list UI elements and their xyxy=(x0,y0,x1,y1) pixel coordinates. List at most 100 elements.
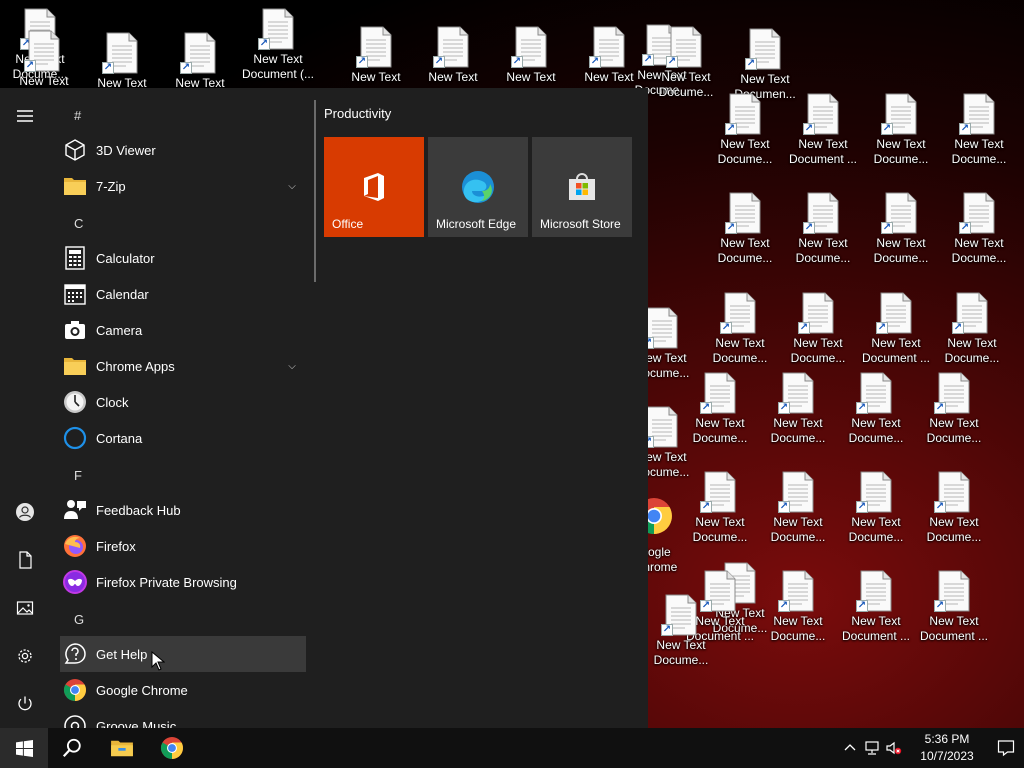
search-button[interactable] xyxy=(48,728,96,768)
chevron-down-icon[interactable]: ⌵ xyxy=(284,181,300,192)
desktop-icon-label: New Text Docume... xyxy=(926,416,982,445)
desktop-icon-text-document[interactable]: New Text Docume... xyxy=(705,190,785,276)
desktop-icon-label: New Text xyxy=(428,70,478,84)
desktop-icon-text-document[interactable]: New Text Docume... xyxy=(758,469,838,555)
app-list-scrollbar[interactable] xyxy=(314,100,316,282)
shortcut-arrow-icon xyxy=(856,402,868,414)
desktop-icon-text-document[interactable]: New Text Document ... xyxy=(914,568,994,654)
app-item-firefox[interactable]: Firefox xyxy=(60,528,306,564)
tile-office[interactable]: Office xyxy=(324,137,424,237)
text-document-icon xyxy=(24,30,60,72)
desktop-icon-text-document[interactable]: New Text Docume... xyxy=(778,290,858,376)
text-document-icon xyxy=(856,471,892,513)
desktop-icon-text-document[interactable]: New Text Docume... xyxy=(914,370,994,456)
desktop-icon-text-document[interactable]: New Text Document ... xyxy=(836,568,916,654)
desktop-icon-label: New Text Document (... xyxy=(241,52,315,81)
app-item-label: 7-Zip xyxy=(96,178,126,194)
chevron-up-icon[interactable] xyxy=(842,740,858,756)
section-header-letter[interactable]: G xyxy=(74,602,84,638)
clock-time: 5:36 PM xyxy=(924,732,970,746)
shortcut-arrow-icon xyxy=(666,56,678,68)
desktop-icon-label: New Text Docume... xyxy=(770,614,826,643)
text-document-icon xyxy=(803,192,839,234)
shortcut-arrow-icon xyxy=(881,123,893,135)
desktop-icon-text-document[interactable]: New Text Docume... xyxy=(861,190,941,276)
text-document-icon xyxy=(959,93,995,135)
volume-muted-icon[interactable] xyxy=(886,740,902,756)
desktop-icon-text-document[interactable]: New Text Docume... xyxy=(680,469,760,555)
desktop-icon-text-document[interactable]: New Text Docume... xyxy=(700,290,780,376)
network-icon[interactable] xyxy=(864,740,880,756)
text-document-icon xyxy=(102,32,138,74)
tile-microsoft-edge[interactable]: Microsoft Edge xyxy=(428,137,528,237)
desktop-icon-text-document[interactable]: New Text Docume... xyxy=(783,190,863,276)
start-expand-button[interactable] xyxy=(0,94,50,138)
desktop-icon-text-document[interactable]: New Text Document (... xyxy=(238,6,318,92)
desktop-icon-text-document[interactable]: New Text Docume... xyxy=(641,592,721,678)
chrome-taskbar-button[interactable] xyxy=(148,728,196,768)
user-account-button[interactable] xyxy=(0,490,50,534)
shortcut-arrow-icon xyxy=(952,322,964,334)
desktop-icon-text-document[interactable]: New Text Docume... xyxy=(914,469,994,555)
desktop-icon-text-document[interactable]: New Text Docume... xyxy=(861,91,941,177)
chrome-icon xyxy=(161,737,183,759)
text-document-icon xyxy=(661,594,697,636)
app-item-camera[interactable]: Camera xyxy=(60,312,306,348)
section-header-letter[interactable]: F xyxy=(74,458,82,494)
app-item-calendar[interactable]: Calendar xyxy=(60,276,306,312)
file-explorer-button[interactable] xyxy=(98,728,146,768)
chevron-down-icon[interactable]: ⌵ xyxy=(284,361,300,372)
text-document-icon xyxy=(778,570,814,612)
section-header-letter[interactable]: C xyxy=(74,206,83,242)
desktop-icon-text-document[interactable]: New Text Docume... xyxy=(836,370,916,456)
documents-button[interactable] xyxy=(0,538,50,582)
app-item-label: Google Chrome xyxy=(96,682,188,698)
pictures-button[interactable] xyxy=(0,586,50,630)
text-document-icon xyxy=(856,570,892,612)
gear-icon xyxy=(18,649,32,663)
tile-group-title[interactable]: Productivity xyxy=(324,106,391,121)
action-center-button[interactable] xyxy=(988,728,1024,768)
desktop-icon-text-document[interactable]: New Text Docume... xyxy=(836,469,916,555)
app-item-3d-viewer[interactable]: 3D Viewer xyxy=(60,132,306,168)
text-document-icon xyxy=(778,471,814,513)
start-button[interactable] xyxy=(0,728,48,768)
text-document-icon xyxy=(725,192,761,234)
section-header-letter[interactable]: # xyxy=(74,98,81,134)
text-document-icon xyxy=(876,292,912,334)
power-button[interactable] xyxy=(0,682,50,726)
text-document-icon xyxy=(356,26,392,68)
desktop-icon-text-document[interactable]: New Text Docume... xyxy=(932,290,1012,376)
app-item-calculator[interactable]: Calculator xyxy=(60,240,306,276)
app-item-groove-music[interactable]: Groove Music xyxy=(60,708,306,728)
taskbar-clock[interactable]: 5:36 PM 10/7/2023 xyxy=(906,731,988,765)
desktop-icon-text-document[interactable]: New Text Docume... xyxy=(758,568,838,654)
app-list[interactable]: # C F G 3D Viewer 7-Zip ⌵ Calculator Calendar Cam… xyxy=(60,88,306,728)
settings-button[interactable] xyxy=(0,634,50,678)
desktop-icon-text-document[interactable]: New Text Document ... xyxy=(783,91,863,177)
pictures-icon xyxy=(16,601,34,615)
desktop-icon-text-document[interactable]: New Text Docume... xyxy=(939,190,1019,276)
app-item-cortana[interactable]: Cortana xyxy=(60,420,306,456)
text-document-icon xyxy=(934,570,970,612)
shortcut-arrow-icon xyxy=(856,600,868,612)
desktop-icon-text-document[interactable]: New Text Docume... xyxy=(939,91,1019,177)
desktop-icon-label: New Text Docume... xyxy=(653,638,709,667)
app-item-clock[interactable]: Clock xyxy=(60,384,306,420)
app-item-chrome-apps[interactable]: Chrome Apps ⌵ xyxy=(60,348,306,384)
app-item-label: Firefox xyxy=(96,538,136,554)
tile-microsoft-store[interactable]: Microsoft Store xyxy=(532,137,632,237)
app-item-7-zip[interactable]: 7-Zip ⌵ xyxy=(60,168,306,204)
app-item-get-help[interactable]: Get Help xyxy=(60,636,306,672)
desktop-icon-text-document[interactable]: New Text Document ... xyxy=(856,290,936,376)
cortana-icon xyxy=(63,426,87,450)
app-item-feedback-hub[interactable]: Feedback Hub xyxy=(60,492,306,528)
app-item-firefox-private-browsing[interactable]: Firefox Private Browsing xyxy=(60,564,306,600)
desktop-icon-text-document[interactable]: New Text Docume... xyxy=(758,370,838,456)
shortcut-arrow-icon xyxy=(881,222,893,234)
desktop-icon-label: New Text Docume... xyxy=(873,137,929,166)
app-item-google-chrome[interactable]: Google Chrome xyxy=(60,672,306,708)
desktop-icon-text-document[interactable]: New Text Docume... xyxy=(705,91,785,177)
feedback-icon xyxy=(63,498,87,522)
shortcut-arrow-icon xyxy=(725,222,737,234)
